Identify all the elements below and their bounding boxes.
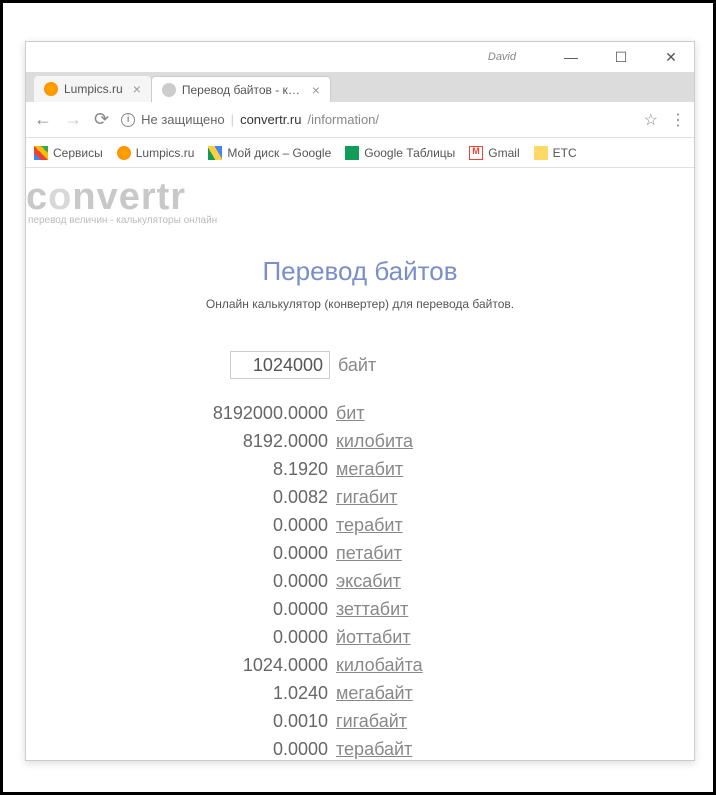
result-unit-link[interactable]: гигабайт [336, 711, 407, 732]
result-unit-link[interactable]: эксабит [336, 571, 401, 592]
result-value: 0.0000 [26, 543, 336, 564]
bookmark-lumpics[interactable]: Lumpics.ru [117, 146, 195, 160]
bookmark-label: Мой диск – Google [227, 146, 331, 160]
result-row: 8192000.0000бит [26, 399, 694, 427]
result-row: 0.0010гигабайт [26, 707, 694, 735]
logo-text: convertr [26, 176, 694, 219]
result-row: 0.0000терабайт [26, 735, 694, 760]
tab-title: Lumpics.ru [64, 82, 123, 96]
sheets-icon [345, 146, 359, 160]
security-label: Не защищено [141, 112, 225, 127]
result-row: 1.0240мегабайт [26, 679, 694, 707]
result-value: 0.0000 [26, 515, 336, 536]
tab-bar: Lumpics.ru × Перевод байтов - конве × [26, 72, 694, 102]
forward-button[interactable]: → [64, 109, 82, 130]
value-input[interactable] [230, 351, 330, 379]
page-subtitle: Онлайн калькулятор (конвертер) для перев… [26, 297, 694, 311]
site-logo: convertr перевод величин - калькуляторы … [26, 168, 694, 226]
input-row: байт [26, 351, 694, 379]
bookmark-label: Google Таблицы [364, 146, 455, 160]
user-label: David [488, 51, 516, 63]
favicon-icon [44, 82, 58, 96]
result-unit-link[interactable]: килобита [336, 431, 413, 452]
result-row: 0.0000терабит [26, 511, 694, 539]
result-row: 0.0000петабит [26, 539, 694, 567]
result-value: 0.0010 [26, 711, 336, 732]
window-titlebar: David — ☐ ✕ [26, 42, 694, 72]
result-value: 1024.0000 [26, 655, 336, 676]
url-domain: convertr.ru [240, 112, 301, 127]
result-value: 0.0000 [26, 599, 336, 620]
tab-title: Перевод байтов - конве [182, 83, 302, 97]
bookmark-star-icon[interactable]: ☆ [644, 110, 658, 130]
drive-icon [208, 146, 222, 160]
tab-convertr[interactable]: Перевод байтов - конве × [151, 76, 331, 102]
result-value: 0.0000 [26, 571, 336, 592]
result-unit-link[interactable]: йоттабит [336, 627, 411, 648]
close-icon[interactable]: × [133, 81, 141, 97]
result-unit-link[interactable]: петабит [336, 543, 402, 564]
back-button[interactable]: ← [34, 109, 52, 130]
result-row: 0.0000йоттабит [26, 623, 694, 651]
result-unit-link[interactable]: мегабит [336, 459, 403, 480]
tab-lumpics[interactable]: Lumpics.ru × [34, 76, 151, 102]
input-unit-label: байт [338, 355, 376, 376]
result-unit-link[interactable]: терабит [336, 515, 403, 536]
result-unit-link[interactable]: килобайта [336, 655, 423, 676]
bookmark-etc[interactable]: ETC [534, 146, 577, 160]
address-bar: ← → ⟳ i Не защищено | convertr.ru/inform… [26, 102, 694, 138]
minimize-button[interactable]: — [556, 42, 586, 72]
result-value: 0.0000 [26, 627, 336, 648]
maximize-button[interactable]: ☐ [606, 42, 636, 72]
bookmarks-bar: Сервисы Lumpics.ru Мой диск – Google Goo… [26, 138, 694, 168]
bookmark-gmail[interactable]: Gmail [469, 146, 519, 160]
result-row: 0.0000эксабит [26, 567, 694, 595]
result-row: 1024.0000килобайта [26, 651, 694, 679]
result-value: 8192.0000 [26, 431, 336, 452]
favicon-icon [162, 83, 176, 97]
result-value: 0.0000 [26, 739, 336, 760]
result-row: 0.0082гигабит [26, 483, 694, 511]
apps-icon [34, 146, 48, 160]
folder-icon [534, 146, 548, 160]
result-unit-link[interactable]: зеттабит [336, 599, 408, 620]
result-value: 1.0240 [26, 683, 336, 704]
result-row: 0.0000зеттабит [26, 595, 694, 623]
bookmark-drive[interactable]: Мой диск – Google [208, 146, 331, 160]
result-row: 8192.0000килобита [26, 427, 694, 455]
close-button[interactable]: ✕ [656, 42, 686, 72]
result-unit-link[interactable]: мегабайт [336, 683, 413, 704]
browser-window: David — ☐ ✕ Lumpics.ru × Перевод байтов … [25, 41, 695, 761]
result-row: 8.1920мегабит [26, 455, 694, 483]
screenshot-frame: David — ☐ ✕ Lumpics.ru × Перевод байтов … [0, 0, 716, 795]
reload-button[interactable]: ⟳ [94, 109, 109, 130]
bookmark-label: Gmail [488, 146, 519, 160]
bookmark-label: Lumpics.ru [136, 146, 195, 160]
result-unit-link[interactable]: бит [336, 403, 365, 424]
result-value: 8.1920 [26, 459, 336, 480]
url-path: /information/ [307, 112, 379, 127]
page-title: Перевод байтов [26, 256, 694, 287]
result-value: 0.0082 [26, 487, 336, 508]
bookmark-sheets[interactable]: Google Таблицы [345, 146, 455, 160]
apps-button[interactable]: Сервисы [34, 146, 103, 160]
url-field[interactable]: i Не защищено | convertr.ru/information/ [121, 112, 632, 127]
bookmark-label: ETC [553, 146, 577, 160]
gmail-icon [469, 146, 483, 160]
close-icon[interactable]: × [312, 82, 320, 98]
result-unit-link[interactable]: гигабит [336, 487, 397, 508]
bookmark-label: Сервисы [53, 146, 103, 160]
result-value: 8192000.0000 [26, 403, 336, 424]
result-unit-link[interactable]: терабайт [336, 739, 412, 760]
menu-icon[interactable]: ⋮ [670, 110, 686, 130]
page-content[interactable]: convertr перевод величин - калькуляторы … [26, 168, 694, 760]
converter-table: байт 8192000.0000бит8192.0000килобита8.1… [26, 351, 694, 760]
logo-subtitle: перевод величин - калькуляторы онлайн [26, 215, 694, 226]
favicon-icon [117, 146, 131, 160]
logo-o-icon: o [48, 176, 72, 218]
info-icon: i [121, 113, 135, 127]
